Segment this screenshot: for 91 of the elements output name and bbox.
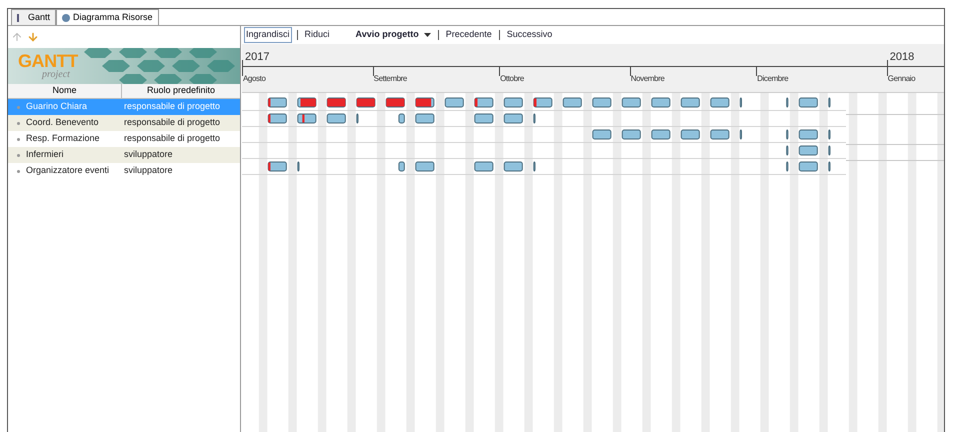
month-label: Novembre [630, 73, 664, 85]
load-bar [386, 98, 405, 108]
bullet-icon [17, 106, 20, 108]
column-header[interactable]: Ruolo predefinito [122, 84, 240, 98]
load-bar [562, 98, 582, 108]
load-bar [710, 130, 730, 140]
load-bar [798, 98, 818, 108]
load-bar [798, 130, 818, 140]
load-bar [326, 98, 346, 108]
month-label: Gennaio [888, 73, 916, 85]
load-bar [326, 114, 346, 124]
load-bar [268, 114, 287, 124]
toolbar-button[interactable]: Successivo [504, 27, 554, 43]
tab[interactable]: Diagramma Risorse [56, 9, 159, 25]
caret-icon [424, 33, 431, 37]
toolbar-button[interactable]: Ingrandisci [244, 27, 292, 43]
resource-name: Resp. Formazione [26, 132, 101, 146]
logo-subtitle: project [42, 70, 71, 80]
load-bar [786, 146, 788, 156]
load-bar [297, 162, 300, 172]
load-bar [592, 130, 612, 140]
load-bar [474, 98, 494, 108]
down-arrow-icon[interactable] [27, 31, 39, 43]
resource-role: responsabile di progetto [124, 116, 220, 130]
bullet-icon [17, 154, 20, 156]
resource-row[interactable]: Infermieri sviluppatore [8, 147, 240, 163]
people-icon [62, 14, 70, 22]
resource-row[interactable]: Coord. Benevento responsabile di progetto [8, 115, 240, 131]
resource-name: Guarino Chiara [26, 100, 88, 114]
load-bar [533, 114, 536, 124]
resource-role: sviluppatore [124, 148, 173, 162]
load-bar [651, 130, 670, 140]
load-bar [297, 114, 316, 124]
load-bar [622, 98, 641, 108]
load-bar [786, 98, 788, 108]
resource-role: responsabile di progetto [124, 132, 220, 146]
load-bar [415, 114, 434, 124]
load-bar [474, 162, 494, 172]
month-label: Ottobre [500, 73, 524, 85]
load-bar [680, 98, 700, 108]
load-bar [415, 162, 434, 172]
load-bar [622, 130, 641, 140]
load-bar [268, 98, 287, 108]
toolbar-button[interactable]: Riduci [302, 27, 332, 43]
dropdown-button[interactable]: Avvio progetto [354, 27, 433, 43]
bullet-icon [17, 122, 20, 124]
load-bar [680, 130, 700, 140]
resource-role: sviluppatore [124, 164, 173, 178]
load-bar [356, 98, 376, 108]
column-header[interactable]: Nome [8, 84, 122, 98]
logo-title: GANTT [18, 52, 78, 70]
resource-role: responsabile di progetto [124, 100, 220, 114]
month-label: Settembre [374, 73, 407, 85]
load-bar [740, 98, 742, 108]
resource-name: Coord. Benevento [26, 116, 100, 130]
load-bar [504, 98, 523, 108]
resource-name: Infermieri [26, 148, 65, 162]
load-bar [398, 162, 405, 172]
load-bar [592, 98, 612, 108]
load-bar [504, 162, 523, 172]
load-bar [828, 98, 830, 108]
load-bar [798, 162, 818, 172]
month-label: Dicembre [757, 73, 788, 85]
load-bar [786, 162, 788, 172]
load-bar [798, 146, 818, 156]
load-bar [740, 130, 742, 140]
load-bar [398, 114, 405, 124]
up-arrow-icon[interactable] [11, 31, 23, 43]
load-bar [828, 130, 830, 140]
load-bar [651, 98, 670, 108]
load-bar [474, 114, 494, 124]
load-bar [444, 98, 464, 108]
load-bar [533, 162, 536, 172]
bullet-icon [17, 138, 20, 140]
load-bar [356, 114, 358, 124]
year-label: 2018 [890, 50, 914, 65]
load-bar [710, 98, 730, 108]
load-bar [533, 98, 552, 108]
load-bar [504, 114, 523, 124]
load-bar [268, 162, 287, 172]
load-bar [415, 98, 434, 108]
load-bar [297, 98, 316, 108]
resource-name: Organizzatore eventi [26, 164, 110, 178]
year-label: 2017 [245, 50, 270, 65]
month-label: Agosto [243, 73, 266, 85]
toolbar-button[interactable]: Precedente [444, 27, 494, 43]
load-bar [828, 162, 830, 172]
load-bar [828, 146, 830, 156]
tab[interactable]: Gantt [11, 9, 56, 25]
load-bar [786, 130, 788, 140]
bullet-icon [17, 170, 20, 172]
